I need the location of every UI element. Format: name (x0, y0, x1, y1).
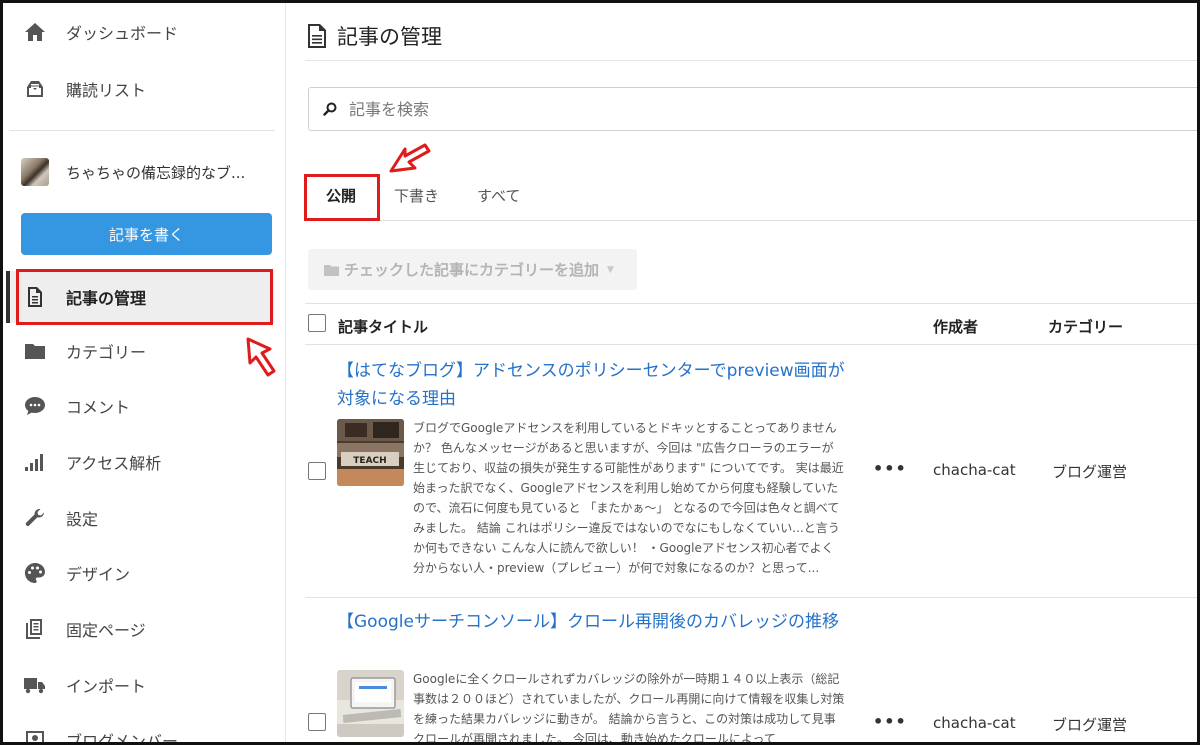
pages-icon (21, 615, 49, 643)
search-input[interactable] (349, 99, 1149, 119)
article-author: chacha-cat (933, 461, 1016, 479)
search-bar[interactable] (308, 87, 1197, 131)
annotation-arrow-sidebar (246, 337, 276, 377)
sidebar-item-design[interactable]: デザイン (6, 548, 274, 598)
page-title-text: 記事の管理 (337, 25, 442, 49)
sidebar-item-label: インポート (66, 677, 147, 696)
palette-icon (21, 559, 49, 587)
comment-icon (21, 392, 49, 420)
article-excerpt: Googleに全くクロールされずカバレッジの除外が一時期１４０以上表示（総記事数… (413, 672, 845, 745)
sidebar-divider (9, 130, 275, 131)
add-category-label: チェックした記事にカテゴリーを追加 (344, 261, 600, 279)
thumbnail-text: TEACH (353, 456, 386, 466)
blog-selector[interactable]: ちゃちゃの備忘録的なブ... (21, 151, 271, 193)
sidebar-item-analytics[interactable]: アクセス解析 (6, 437, 274, 487)
write-article-button[interactable]: 記事を書く (21, 213, 272, 255)
table-row: 【はてなブログ】アドセンスのポリシーセンターでpreview画面が対象になる理由… (305, 345, 1197, 598)
search-icon (323, 102, 337, 116)
status-tabs: 公開 下書き すべて (305, 173, 1197, 221)
sidebar-item-dashboard[interactable]: ダッシュボード (6, 7, 274, 57)
title-divider (305, 60, 1197, 61)
header-category: カテゴリー (1048, 318, 1124, 336)
header-title: 記事タイトル (338, 318, 429, 336)
inbox-icon (21, 75, 49, 103)
add-category-button[interactable]: チェックした記事にカテゴリーを追加 ▼ (308, 249, 637, 290)
blog-avatar (21, 158, 49, 186)
app-window: ダッシュボード 購読リスト ちゃちゃの備忘録的なブ... 記事を書く 記事の管理… (0, 0, 1200, 745)
sidebar-item-label: アクセス解析 (66, 454, 162, 473)
sidebar-item-settings[interactable]: 設定 (6, 493, 274, 543)
tab-draft[interactable]: 下書き (394, 185, 439, 206)
sidebar-item-label: 購読リスト (66, 81, 147, 100)
select-all-checkbox[interactable] (308, 314, 326, 332)
header-author: 作成者 (933, 318, 979, 336)
article-title-link[interactable]: 【Googleサーチコンソール】クロール再開後のカバレッジの推移 (337, 608, 847, 636)
article-category: ブログ運営 (1052, 463, 1128, 481)
article-title-link[interactable]: 【はてなブログ】アドセンスのポリシーセンターでpreview画面が対象になる理由 (337, 357, 847, 413)
document-icon (308, 24, 326, 48)
sidebar-item-label: ブログメンバー (66, 732, 179, 745)
sidebar-item-label: カテゴリー (66, 343, 147, 362)
sidebar-item-label: ダッシュボード (66, 24, 179, 43)
sidebar-item-label: 固定ページ (66, 621, 146, 640)
home-icon (21, 18, 49, 46)
row-checkbox[interactable] (308, 713, 326, 731)
article-author: chacha-cat (933, 714, 1016, 732)
sidebar-item-import[interactable]: インポート (6, 660, 274, 710)
wrench-icon (21, 504, 49, 532)
folder-icon (21, 337, 49, 365)
table-row: 【Googleサーチコンソール】クロール再開後のカバレッジの推移 Googleに… (305, 598, 1197, 745)
sidebar: ダッシュボード 購読リスト ちゃちゃの備忘録的なブ... 記事を書く 記事の管理… (6, 3, 286, 745)
sidebar-item-fixed-pages[interactable]: 固定ページ (6, 604, 274, 654)
sidebar-item-label: デザイン (66, 565, 131, 584)
annotation-box-tab (304, 174, 380, 221)
article-thumbnail: TEACH (337, 419, 404, 486)
article-category: ブログ運営 (1052, 716, 1128, 734)
more-options-button[interactable]: ••• (873, 459, 907, 478)
sidebar-item-blog-members[interactable]: ブログメンバー (6, 715, 274, 745)
more-options-button[interactable]: ••• (873, 712, 907, 731)
tab-all[interactable]: すべて (477, 185, 520, 206)
annotation-box-sidebar (16, 269, 273, 325)
signal-bars-icon (21, 448, 49, 476)
table-header: 記事タイトル 作成者 カテゴリー (305, 303, 1197, 345)
caret-down-icon: ▼ (607, 264, 614, 275)
sidebar-item-label: コメント (66, 398, 131, 417)
member-icon (21, 726, 49, 742)
blog-name: ちゃちゃの備忘録的なブ... (66, 163, 246, 182)
sidebar-item-subscriptions[interactable]: 購読リスト (6, 64, 274, 114)
folder-icon (324, 264, 339, 276)
sidebar-item-category[interactable]: カテゴリー (6, 326, 274, 376)
truck-icon (21, 671, 49, 699)
page-title: 記事の管理 (305, 21, 442, 51)
article-excerpt: ブログでGoogleアドセンスを利用しているとドキッとすることってありませんか？… (413, 421, 844, 575)
article-thumbnail (337, 670, 404, 737)
row-checkbox[interactable] (308, 462, 326, 480)
sidebar-item-comment[interactable]: コメント (6, 381, 274, 431)
main-content: 記事の管理 公開 下書き すべて チェックした記事にカテゴリーを追加 ▼ 記事タ… (287, 3, 1197, 745)
sidebar-item-label: 設定 (66, 510, 99, 529)
